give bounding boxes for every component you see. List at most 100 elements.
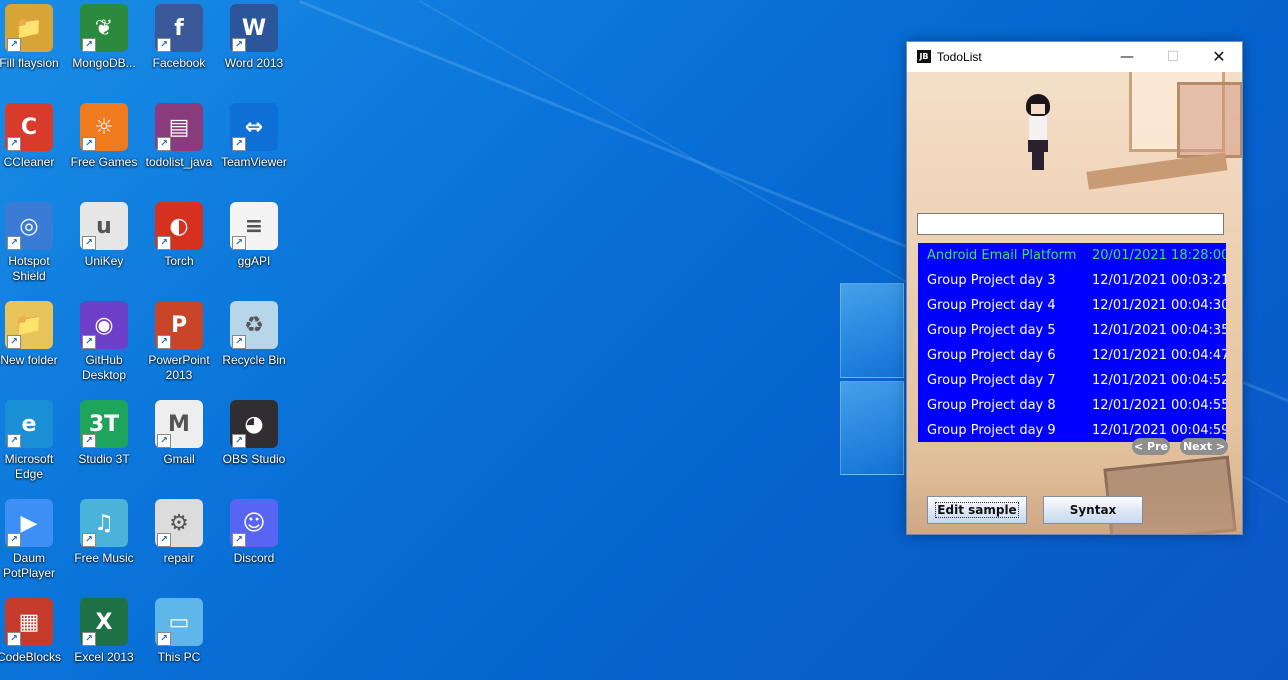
- task-list-item[interactable]: Group Project day 6 12/01/2021 00:04:47: [918, 343, 1226, 368]
- task-list[interactable]: Android Email Platform 20/01/2021 18:28:0…: [918, 243, 1226, 442]
- obs-studio-icon: ◕ ↗: [230, 400, 278, 448]
- shortcut-arrow-icon: ↗: [157, 236, 171, 250]
- edit-sample-button[interactable]: Edit sample: [927, 496, 1027, 524]
- desktop-icon[interactable]: ▭ ↗ This PC: [142, 594, 216, 680]
- shortcut-arrow-icon: ↗: [232, 533, 246, 547]
- desktop-icon-label: CodeBlocks: [0, 650, 62, 664]
- desktop-icon[interactable]: C ↗ CCleaner: [0, 99, 66, 191]
- free-games-icon: ☼ ↗: [80, 103, 128, 151]
- task-name: Group Project day 3: [927, 273, 1056, 288]
- hotspot-shield-icon: ◎ ↗: [5, 202, 53, 250]
- task-name: Group Project day 8: [927, 398, 1056, 413]
- desktop-icon[interactable]: M ↗ Gmail: [142, 396, 216, 488]
- previous-page-button[interactable]: < Pre: [1132, 438, 1170, 455]
- desktop-icon[interactable]: ▶ ↗ Daum PotPlayer: [0, 495, 66, 587]
- next-page-button[interactable]: Next >: [1180, 438, 1228, 455]
- desktop-icon[interactable]: u ↗ UniKey: [67, 198, 141, 290]
- shortcut-arrow-icon: ↗: [7, 38, 21, 52]
- task-date: 12/01/2021 00:04:35: [1092, 323, 1226, 338]
- task-list-item[interactable]: Group Project day 3 12/01/2021 00:03:21: [918, 268, 1226, 293]
- facebook-icon: f ↗: [155, 4, 203, 52]
- desktop-icon[interactable]: ≡ ↗ ggAPI: [217, 198, 291, 290]
- desktop-icon[interactable]: P ↗ PowerPoint 2013: [142, 297, 216, 389]
- desktop-icon[interactable]: W ↗ Word 2013: [217, 0, 291, 92]
- desktop-icon-label: Torch: [164, 254, 194, 268]
- minimize-button[interactable]: —: [1104, 42, 1150, 72]
- github-desktop-icon: ◉ ↗: [80, 301, 128, 349]
- task-list-item[interactable]: Group Project day 9 12/01/2021 00:04:59: [918, 418, 1226, 442]
- discord-icon: ☺ ↗: [230, 499, 278, 547]
- desktop-icon[interactable]: ☺ ↗ Discord: [217, 495, 291, 587]
- desktop-icon-label: This PC: [157, 650, 201, 664]
- desktop-icon-label: GitHub Desktop: [81, 353, 127, 382]
- shortcut-arrow-icon: ↗: [7, 137, 21, 151]
- desktop-icon[interactable]: ❦ ↗ MongoDB...: [67, 0, 141, 92]
- folder-icon: 📁 ↗: [5, 301, 53, 349]
- task-list-item[interactable]: Group Project day 7 12/01/2021 00:04:52: [918, 368, 1226, 393]
- desktop-icon-label: New folder: [0, 353, 58, 367]
- desktop-icon[interactable]: f ↗ Facebook: [142, 0, 216, 92]
- desktop-icon-label: CCleaner: [3, 155, 55, 169]
- desktop-icon[interactable]: ⇔ ↗ TeamViewer: [217, 99, 291, 191]
- desktop-icon[interactable]: ◉ ↗ GitHub Desktop: [67, 297, 141, 389]
- task-list-item[interactable]: Group Project day 5 12/01/2021 00:04:35: [918, 318, 1226, 343]
- desktop-icon[interactable]: ♫ ↗ Free Music: [67, 495, 141, 587]
- text-file-icon: ≡ ↗: [230, 202, 278, 250]
- desktop-icon[interactable]: 3T ↗ Studio 3T: [67, 396, 141, 488]
- desktop-icon-label: Excel 2013: [74, 650, 134, 664]
- desktop-icon-label: Microsoft Edge: [4, 452, 54, 481]
- desktop-icon[interactable]: ◕ ↗ OBS Studio: [217, 396, 291, 488]
- shortcut-arrow-icon: ↗: [7, 236, 21, 250]
- task-list-item[interactable]: Group Project day 8 12/01/2021 00:04:55: [918, 393, 1226, 418]
- desktop-icon-label: Daum PotPlayer: [2, 551, 56, 580]
- desktop-icon[interactable]: ▤ ↗ todolist_java: [142, 99, 216, 191]
- todolist-window[interactable]: JB TodoList — ☐ ✕ Android Email Platform…: [906, 41, 1243, 535]
- shortcut-arrow-icon: ↗: [232, 236, 246, 250]
- desktop-icon[interactable]: ♻ ↗ Recycle Bin: [217, 297, 291, 389]
- desktop-icon-label: OBS Studio: [222, 452, 286, 466]
- desktop-icon[interactable]: 📁 ↗ Fill flaysion: [0, 0, 66, 92]
- word-icon: W ↗: [230, 4, 278, 52]
- task-list-item[interactable]: Group Project day 4 12/01/2021 00:04:30: [918, 293, 1226, 318]
- shortcut-arrow-icon: ↗: [157, 137, 171, 151]
- desktop-icon[interactable]: X ↗ Excel 2013: [67, 594, 141, 680]
- desktop-icon[interactable]: ☼ ↗ Free Games: [67, 99, 141, 191]
- task-date: 20/01/2021 18:28:00: [1092, 248, 1226, 263]
- shortcut-arrow-icon: ↗: [82, 533, 96, 547]
- desktop-icon-label: ggAPI: [237, 254, 271, 268]
- free-music-icon: ♫ ↗: [80, 499, 128, 547]
- desktop-icon[interactable]: 📁 ↗ New folder: [0, 297, 66, 389]
- mongodb-icon: ❦ ↗: [80, 4, 128, 52]
- desktop-icon[interactable]: ◎ ↗ Hotspot Shield: [0, 198, 66, 290]
- task-list-item[interactable]: Android Email Platform 20/01/2021 18:28:0…: [918, 243, 1226, 268]
- background-books: [1177, 82, 1242, 158]
- powerpoint-icon: P ↗: [155, 301, 203, 349]
- desktop-icon-label: Word 2013: [224, 56, 284, 70]
- desktop-icon-label: Fill flaysion: [0, 56, 59, 70]
- settings-file-icon: ⚙ ↗: [155, 499, 203, 547]
- syntax-button[interactable]: Syntax: [1043, 496, 1143, 524]
- edit-sample-label: Edit sample: [935, 502, 1019, 518]
- unikey-icon: u ↗: [80, 202, 128, 250]
- shortcut-arrow-icon: ↗: [232, 38, 246, 52]
- shortcut-arrow-icon: ↗: [7, 434, 21, 448]
- task-input[interactable]: [917, 213, 1224, 235]
- task-name: Group Project day 4: [927, 298, 1056, 313]
- desktop-icon[interactable]: ⚙ ↗ repair: [142, 495, 216, 587]
- shortcut-arrow-icon: ↗: [82, 236, 96, 250]
- shortcut-arrow-icon: ↗: [7, 533, 21, 547]
- edge-icon: e ↗: [5, 400, 53, 448]
- shortcut-arrow-icon: ↗: [157, 533, 171, 547]
- task-date: 12/01/2021 00:03:21: [1092, 273, 1226, 288]
- desktop-icon[interactable]: ▦ ↗ CodeBlocks: [0, 594, 66, 680]
- maximize-button[interactable]: ☐: [1150, 42, 1196, 72]
- close-button[interactable]: ✕: [1196, 42, 1242, 72]
- excel-icon: X ↗: [80, 598, 128, 646]
- desktop-icon[interactable]: e ↗ Microsoft Edge: [0, 396, 66, 488]
- window-client-area: Android Email Platform 20/01/2021 18:28:0…: [907, 72, 1242, 534]
- desktop-icon[interactable]: ◐ ↗ Torch: [142, 198, 216, 290]
- task-name: Group Project day 5: [927, 323, 1056, 338]
- task-date: 12/01/2021 00:04:52: [1092, 373, 1226, 388]
- desktop-icon-label: Discord: [233, 551, 275, 565]
- title-bar[interactable]: JB TodoList — ☐ ✕: [907, 42, 1242, 72]
